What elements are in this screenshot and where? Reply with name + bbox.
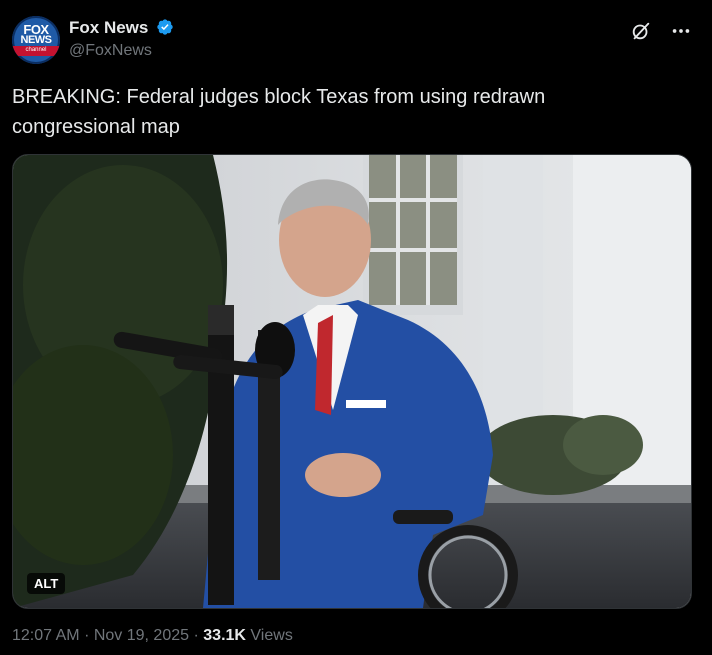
views-count[interactable]: 33.1K	[203, 627, 246, 644]
author-display-name[interactable]: Fox News	[69, 18, 148, 37]
author-handle[interactable]: @FoxNews	[69, 40, 174, 62]
author-avatar[interactable]: FOX NEWS channel	[12, 16, 60, 64]
author-names: Fox News @FoxNews	[69, 18, 174, 62]
verified-badge-icon[interactable]	[156, 18, 174, 36]
more-icon[interactable]	[670, 20, 692, 42]
meta-separator: ·	[193, 627, 199, 644]
grok-icon[interactable]	[630, 20, 652, 42]
tweet-date[interactable]: Nov 19, 2025	[94, 627, 189, 644]
meta-separator: ·	[84, 627, 90, 644]
alt-badge[interactable]: ALT	[27, 573, 66, 594]
avatar-logo-bottom: NEWS	[20, 34, 53, 46]
tweet-photo[interactable]: ALT	[12, 154, 692, 609]
views-label: Views	[250, 627, 293, 644]
tweet-meta: 12:07 AM · Nov 19, 2025 · 33.1K Views	[12, 627, 293, 645]
tweet-time[interactable]: 12:07 AM	[12, 627, 80, 644]
tweet-text: BREAKING: Federal judges block Texas fro…	[12, 86, 546, 138]
tweet-header: FOX NEWS channel Fox News @FoxNews	[12, 16, 700, 66]
avatar-logo-small: channel	[25, 47, 47, 53]
photo-illustration	[13, 155, 691, 608]
